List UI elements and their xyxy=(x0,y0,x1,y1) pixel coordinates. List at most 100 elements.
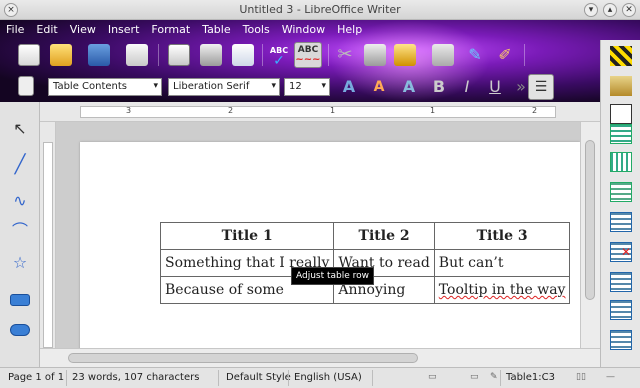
toolbar-separator xyxy=(262,44,263,66)
underline-icon[interactable]: U xyxy=(484,76,506,98)
table-insert-column-icon[interactable] xyxy=(610,152,632,172)
status-page-style[interactable]: Default Style xyxy=(226,372,291,383)
vertical-ruler[interactable] xyxy=(40,122,56,348)
status-divider xyxy=(218,370,219,386)
document-area[interactable]: Title 1 Title 2 Title 3 Something that I… xyxy=(56,122,580,348)
autospellcheck-button[interactable]: ABC ~~~ xyxy=(294,42,322,68)
italic-icon[interactable]: I xyxy=(456,76,478,98)
ruler-number: 1 xyxy=(430,106,436,115)
font-effects-icon[interactable]: A xyxy=(398,76,420,98)
menu-edit[interactable]: Edit xyxy=(30,20,63,40)
table-delete-row-icon[interactable] xyxy=(610,212,632,232)
scrollbar-thumb[interactable] xyxy=(585,140,595,300)
grow-font-icon[interactable]: A xyxy=(338,76,360,98)
curve-icon[interactable]: ⌒ xyxy=(9,220,31,242)
ruler-number: 1 xyxy=(330,106,336,115)
email-icon[interactable] xyxy=(126,44,148,66)
clear-formatting-icon[interactable]: ✎ xyxy=(464,44,486,66)
table-properties-icon[interactable] xyxy=(610,300,632,320)
status-divider xyxy=(500,370,501,386)
cut-icon[interactable]: ✂ xyxy=(334,44,356,66)
status-language[interactable]: English (USA) xyxy=(294,372,362,383)
select-arrow-icon[interactable]: ↖ xyxy=(9,118,31,140)
table-delete-icon[interactable]: ✕ xyxy=(610,242,632,262)
status-word-count[interactable]: 23 words, 107 characters xyxy=(72,372,199,383)
table-header-cell[interactable]: Title 1 xyxy=(159,222,335,250)
new-document-icon[interactable] xyxy=(18,44,40,66)
paste-icon[interactable] xyxy=(394,44,416,66)
menu-tools[interactable]: Tools xyxy=(237,20,276,40)
right-sidebar: ✕ xyxy=(600,40,640,367)
toolbar-separator xyxy=(524,44,525,66)
document-page[interactable]: Title 1 Title 2 Title 3 Something that I… xyxy=(80,142,580,348)
ruler-number: 2 xyxy=(228,106,234,115)
close-button[interactable]: ✕ xyxy=(622,3,636,17)
window-titlebar: × Untitled 3 - LibreOffice Writer ▾ ▴ ✕ xyxy=(0,0,640,20)
table-select-icon[interactable] xyxy=(610,272,632,292)
maximize-button[interactable]: ▴ xyxy=(603,3,617,17)
view-layout-icon[interactable]: ▯▯ xyxy=(576,372,586,382)
open-folder-icon[interactable] xyxy=(50,44,72,66)
freeform-line-icon[interactable]: ∿ xyxy=(9,190,31,212)
statusbar: Page 1 of 1 23 words, 107 characters Def… xyxy=(0,367,640,388)
status-divider xyxy=(372,370,373,386)
document-table[interactable]: Title 1 Title 2 Title 3 Something that I… xyxy=(159,222,571,304)
table-merge-icon[interactable] xyxy=(610,330,632,350)
line-icon[interactable]: ╱ xyxy=(9,154,31,176)
chevron-down-icon: ▾ xyxy=(153,81,158,91)
horizontal-ruler[interactable]: 3 2 1 1 2 xyxy=(40,102,600,122)
window-title: Untitled 3 - LibreOffice Writer xyxy=(239,3,401,16)
toolbar-separator xyxy=(158,44,159,66)
table-header-row[interactable]: Title 1 Title 2 Title 3 xyxy=(159,222,571,250)
export-pdf-icon[interactable] xyxy=(168,44,190,66)
print-icon[interactable] xyxy=(200,44,222,66)
ruler-number: 2 xyxy=(532,106,538,115)
scrollbar-thumb[interactable] xyxy=(68,353,418,363)
bold-icon[interactable]: B xyxy=(428,76,450,98)
menu-view[interactable]: View xyxy=(64,20,102,40)
menu-format[interactable]: Format xyxy=(145,20,196,40)
align-left-button[interactable]: ☰ xyxy=(528,74,554,100)
vertical-scrollbar[interactable] xyxy=(580,122,600,348)
table-cell-text: Tooltip in the way xyxy=(438,282,566,298)
save-icon[interactable] xyxy=(88,44,110,66)
status-table-cell[interactable]: Table1:C3 xyxy=(506,372,555,383)
document-modified-icon[interactable]: ✎ xyxy=(490,372,498,382)
table-header-cell[interactable]: Title 3 xyxy=(433,222,571,250)
insert-mode-icon[interactable]: ▭ xyxy=(428,372,437,382)
menu-help[interactable]: Help xyxy=(331,20,368,40)
drawing-toolbar: ↖ ╱ ∿ ⌒ ☆ xyxy=(0,102,40,367)
print-preview-icon[interactable] xyxy=(232,44,254,66)
ellipse-icon[interactable] xyxy=(10,324,30,336)
styles-icon[interactable] xyxy=(18,76,34,96)
menu-file[interactable]: File xyxy=(0,20,30,40)
chevron-down-icon: ▾ xyxy=(271,81,276,91)
table-insert-icon[interactable] xyxy=(610,124,632,144)
zoom-slider-icon[interactable]: — xyxy=(606,372,615,382)
sidebar-properties-icon[interactable] xyxy=(610,46,632,66)
rectangle-icon[interactable] xyxy=(10,294,30,306)
selection-mode-icon[interactable]: ▭ xyxy=(470,372,479,382)
brush-icon[interactable]: ✐ xyxy=(494,44,516,66)
polygon-icon[interactable]: ☆ xyxy=(9,252,31,274)
table-cell[interactable]: But can’t xyxy=(433,249,571,277)
menu-insert[interactable]: Insert xyxy=(102,20,146,40)
ruler-track xyxy=(80,106,556,118)
copy-icon[interactable] xyxy=(364,44,386,66)
font-size-select[interactable]: 12 ▾ xyxy=(284,78,330,96)
table-cell[interactable]: Tooltip in the way xyxy=(433,276,571,304)
menu-table[interactable]: Table xyxy=(196,20,236,40)
table-insert-row-icon[interactable] xyxy=(610,182,632,202)
shrink-font-icon[interactable]: A xyxy=(368,76,390,98)
paragraph-style-select[interactable]: Table Contents ▾ xyxy=(48,78,162,96)
table-header-cell[interactable]: Title 2 xyxy=(333,222,435,250)
tooltip: Adjust table row xyxy=(291,267,375,285)
spellcheck-icon[interactable]: ABC ✓ xyxy=(268,44,290,68)
menu-window[interactable]: Window xyxy=(276,20,331,40)
horizontal-scrollbar[interactable] xyxy=(40,348,600,367)
status-page[interactable]: Page 1 of 1 xyxy=(8,372,64,383)
minimize-button[interactable]: ▾ xyxy=(584,3,598,17)
font-name-select[interactable]: Liberation Serif ▾ xyxy=(168,78,280,96)
clone-formatting-icon[interactable] xyxy=(432,44,454,66)
sidebar-styles-icon[interactable] xyxy=(610,76,632,96)
